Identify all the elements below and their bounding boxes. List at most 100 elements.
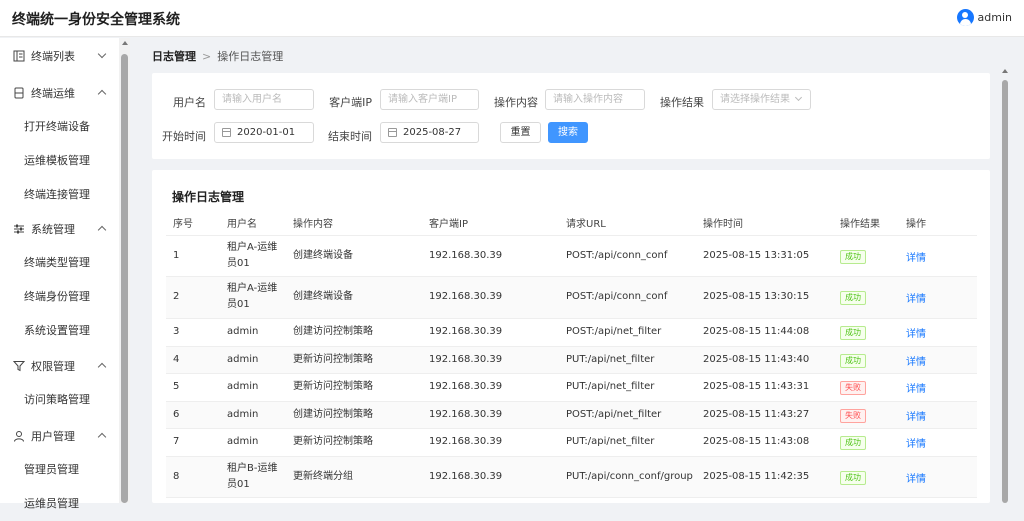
chevron-up-icon — [97, 432, 107, 442]
cell-client-ip: 192.168.30.39 — [429, 249, 503, 261]
column-header: 操作结果 — [840, 219, 880, 230]
breadcrumb-current: 操作日志管理 — [217, 50, 284, 63]
sidebar-item-ops-template[interactable]: 运维模板管理 — [0, 144, 119, 178]
sidebar-group-label: 权限管理 — [31, 360, 75, 373]
op-content-filter-label: 操作内容 — [494, 96, 538, 109]
cell-time: 2025-08-15 13:30:15 — [703, 291, 810, 302]
cell-request-url: POST:/api/conn_conf — [566, 291, 668, 302]
cell-request-url: PUT:/api/net_filter — [566, 353, 655, 365]
op-result-filter-label: 操作结果 — [660, 96, 704, 109]
chevron-down-icon — [794, 93, 803, 102]
sidebar-group-label: 终端运维 — [31, 87, 75, 100]
cell-client-ip: 192.168.30.39 — [429, 470, 503, 482]
cell-no: 6 — [173, 408, 180, 420]
sidebar-item-open-terminal[interactable]: 打开终端设备 — [0, 110, 119, 144]
cell-time: 2025-08-15 13:31:05 — [703, 249, 810, 261]
start-time-value: 2020-01-01 — [237, 127, 296, 138]
cell-no: 5 — [173, 381, 180, 392]
scrollbar-thumb[interactable] — [121, 54, 128, 503]
cell-client-ip: 192.168.30.39 — [429, 353, 503, 365]
cell-time: 2025-08-15 11:43:08 — [703, 436, 810, 447]
sidebar-group-user[interactable]: 用户管理 — [0, 419, 119, 453]
cell-no: 3 — [173, 326, 180, 337]
cell-username: admin — [227, 381, 259, 392]
sidebar-item-access-policy[interactable]: 访问策略管理 — [0, 383, 119, 417]
sidebar-group-system[interactable]: 系统管理 — [0, 212, 119, 246]
sliders-icon — [14, 224, 24, 234]
status-badge: 成功 — [840, 436, 866, 450]
cell-no: 8 — [173, 470, 180, 482]
op-result-select[interactable]: 请选择操作结果 — [712, 89, 811, 110]
column-header: 序号 — [173, 219, 193, 230]
search-button[interactable]: 搜索 — [548, 122, 588, 143]
cell-content: 创建终端设备 — [293, 249, 353, 261]
cell-content: 更新终端分组 — [293, 470, 353, 482]
cell-username: 员01 — [227, 478, 250, 490]
sidebar-group-terminal-ops[interactable]: 终端运维 — [0, 76, 119, 110]
scroll-up-icon[interactable] — [1002, 69, 1008, 73]
breadcrumb-root[interactable]: 日志管理 — [152, 50, 196, 63]
cell-request-url: POST:/api/net_filter — [566, 326, 662, 337]
detail-link[interactable]: 详情 — [906, 470, 926, 485]
cell-username: 租户A-运维 — [227, 241, 278, 253]
detail-link[interactable]: 详情 — [906, 380, 926, 395]
sidebar: 终端列表 终端运维 打开终端设备 运维模板管理 终端连接管理 系统管理 终端类型… — [0, 38, 130, 510]
op-content-filter-input[interactable]: 请输入操作内容 — [545, 89, 645, 110]
scroll-up-icon[interactable] — [122, 41, 128, 45]
end-time-value: 2025-08-27 — [403, 127, 462, 138]
detail-link[interactable]: 详情 — [906, 290, 926, 305]
cell-no: 1 — [173, 249, 180, 261]
column-header: 操作内容 — [293, 219, 333, 230]
sidebar-group-permission[interactable]: 权限管理 — [0, 349, 119, 383]
cell-no: 7 — [173, 436, 180, 447]
cell-no: 2 — [173, 291, 180, 302]
main-scrollbar[interactable] — [998, 66, 1012, 503]
sidebar-item-terminal-connection[interactable]: 终端连接管理 — [0, 178, 119, 212]
status-badge: 成功 — [840, 470, 866, 485]
detail-link[interactable]: 详情 — [906, 249, 926, 264]
scrollbar-thumb[interactable] — [1002, 80, 1008, 503]
user-menu[interactable]: admin — [956, 9, 1012, 26]
log-table-card: 操作日志管理 序号 用户名 操作内容 客户端IP 请求URL 操作时间 操作结果… — [152, 170, 990, 503]
detail-link[interactable]: 详情 — [906, 325, 926, 340]
status-badge: 成功 — [840, 291, 866, 305]
sidebar-item-terminal-identity[interactable]: 终端身份管理 — [0, 280, 119, 314]
column-header: 用户名 — [227, 219, 257, 230]
detail-link[interactable]: 详情 — [906, 353, 926, 368]
cell-content: 更新访问控制策略 — [293, 353, 373, 365]
sidebar-item-admin[interactable]: 管理员管理 — [0, 453, 119, 487]
cell-username: 租户B-运维 — [227, 462, 278, 474]
sidebar-item-terminal-type[interactable]: 终端类型管理 — [0, 246, 119, 280]
user-icon — [14, 431, 24, 442]
terminal-icon — [14, 87, 24, 99]
detail-link[interactable]: 详情 — [906, 408, 926, 423]
cell-time: 2025-08-15 11:44:08 — [703, 326, 810, 337]
cell-content: 更新访问控制策略 — [293, 381, 373, 392]
reset-button[interactable]: 重置 — [500, 122, 541, 143]
end-time-picker[interactable]: 2025-08-27 — [380, 122, 479, 143]
status-badge: 成功 — [840, 249, 866, 264]
sidebar-group-terminal-list[interactable]: 终端列表 — [0, 39, 119, 73]
sidebar-scrollbar[interactable] — [119, 38, 130, 503]
breadcrumb: 日志管理 > 操作日志管理 — [152, 48, 283, 64]
app-title: 终端统一身份安全管理系统 — [12, 12, 180, 28]
cell-request-url: POST:/api/conn_conf — [566, 249, 668, 261]
sidebar-item-operator[interactable]: 运维员管理 — [0, 487, 119, 521]
detail-link[interactable]: 详情 — [906, 435, 926, 450]
client-ip-filter-input[interactable]: 请输入客户端IP — [380, 89, 479, 110]
breadcrumb-separator: > — [202, 50, 212, 63]
sidebar-group-label: 用户管理 — [31, 430, 75, 443]
list-icon — [13, 50, 25, 62]
start-time-label: 开始时间 — [162, 130, 206, 143]
username-filter-input[interactable]: 请输入用户名 — [214, 89, 314, 110]
client-ip-filter-label: 客户端IP — [329, 96, 372, 109]
calendar-icon — [222, 128, 231, 137]
sidebar-item-system-settings[interactable]: 系统设置管理 — [0, 314, 119, 348]
cell-request-url: PUT:/api/net_filter — [566, 436, 655, 447]
cell-username: admin — [227, 353, 259, 365]
cell-client-ip: 192.168.30.39 — [429, 291, 503, 302]
cell-client-ip: 192.168.30.39 — [429, 326, 503, 337]
chevron-down-icon — [97, 49, 107, 59]
cell-client-ip: 192.168.30.39 — [429, 408, 503, 420]
start-time-picker[interactable]: 2020-01-01 — [214, 122, 314, 143]
